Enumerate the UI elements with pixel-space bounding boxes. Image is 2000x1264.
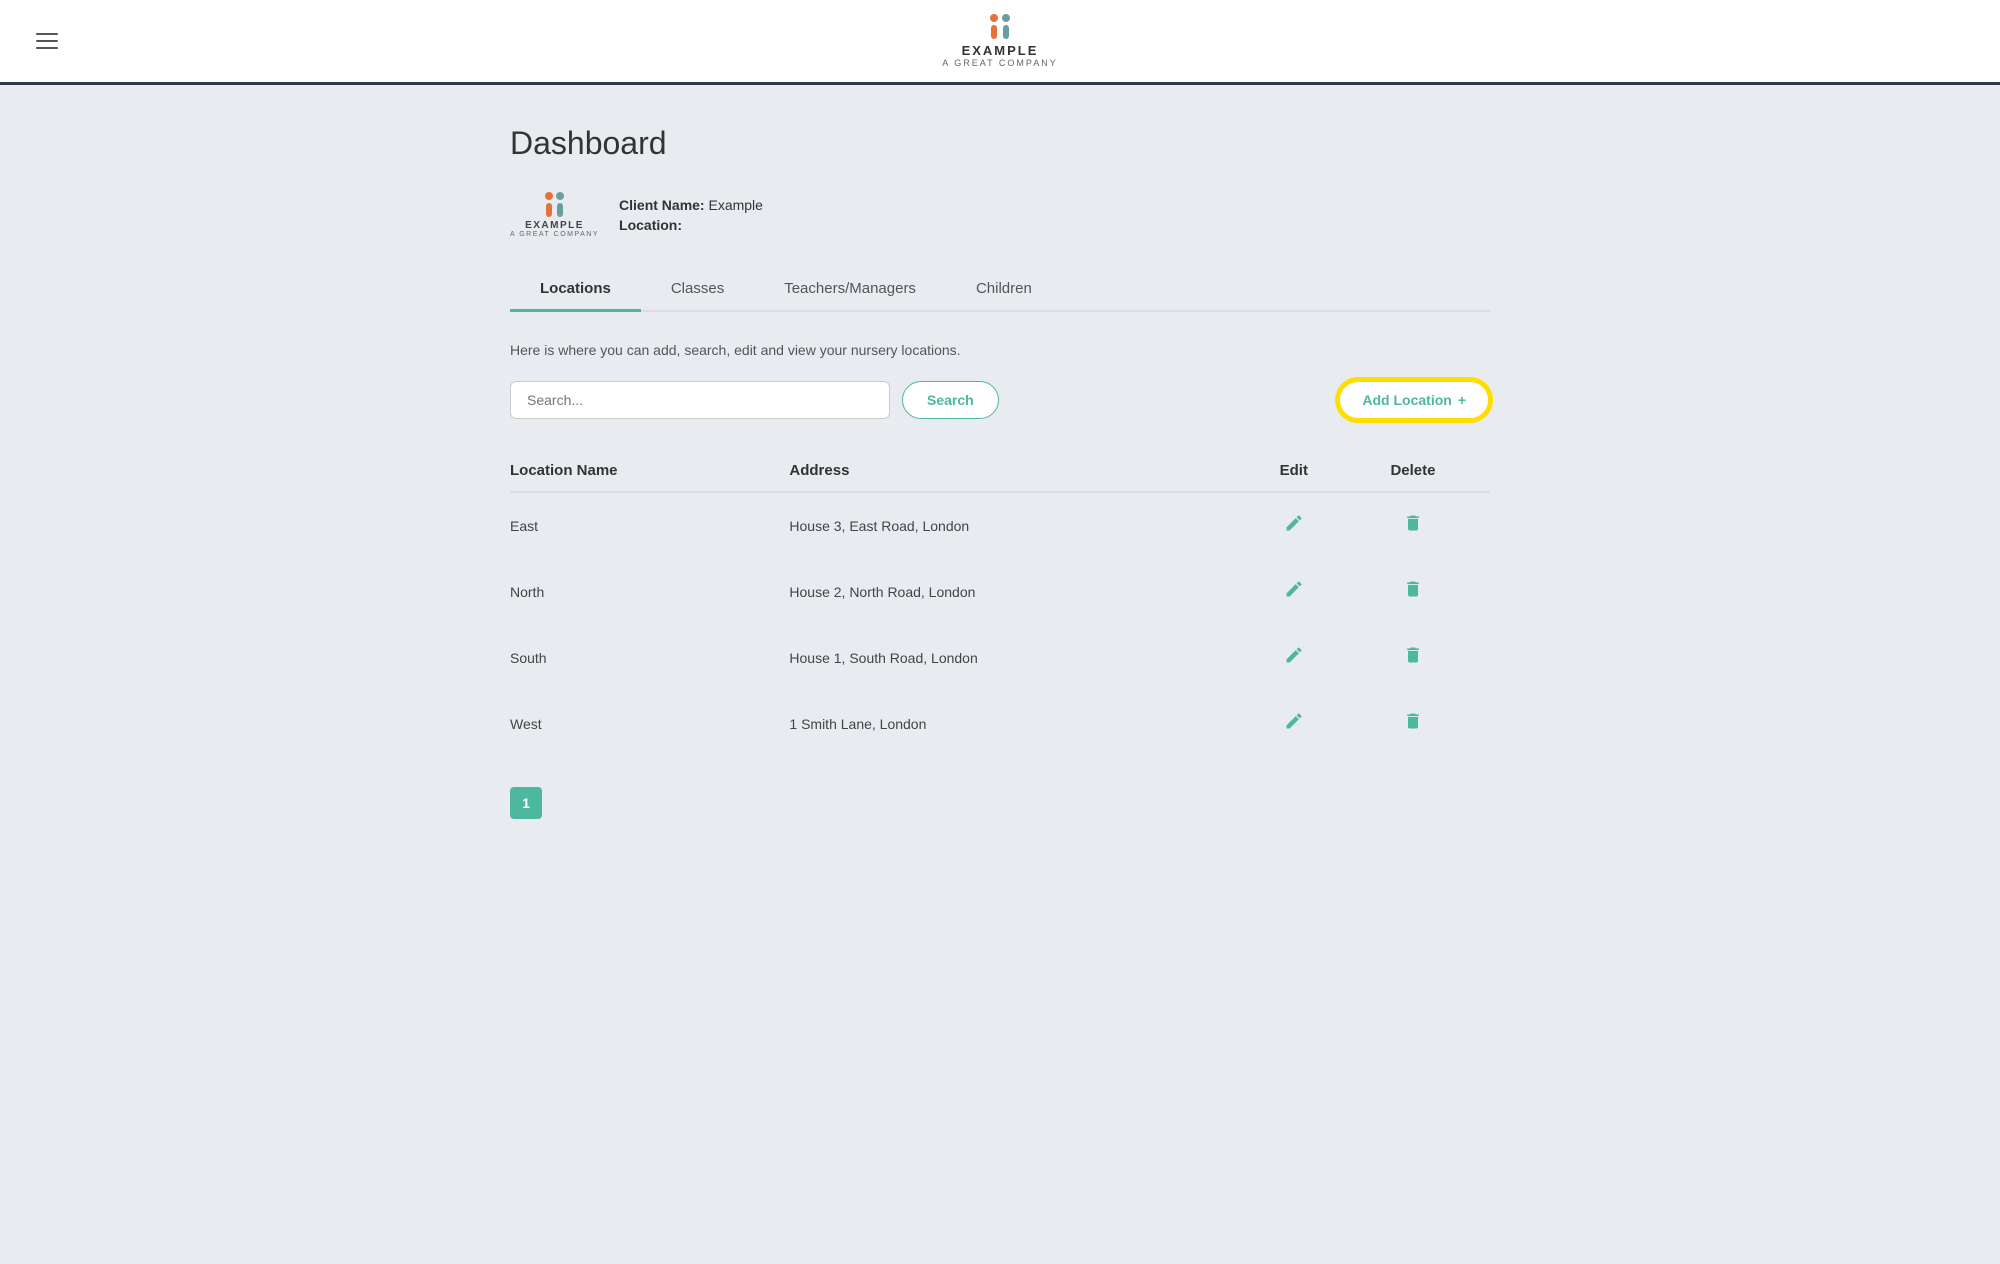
logo-right-group bbox=[1002, 14, 1010, 39]
logo-dot bbox=[545, 192, 553, 200]
logo-dot bbox=[556, 192, 564, 200]
edit-button[interactable] bbox=[1280, 641, 1308, 674]
edit-icon bbox=[1284, 513, 1304, 533]
add-location-plus-icon: + bbox=[1458, 392, 1466, 408]
client-name-row: Client Name: Example bbox=[619, 197, 763, 213]
col-header-edit: Edit bbox=[1252, 450, 1352, 492]
search-add-row: Search Add Location + bbox=[510, 380, 1490, 420]
logo-dot bbox=[991, 25, 997, 39]
cell-edit bbox=[1252, 559, 1352, 625]
header: EXAMPLE A GREAT COMPANY bbox=[0, 0, 2000, 85]
tab-children[interactable]: Children bbox=[946, 268, 1062, 312]
edit-button[interactable] bbox=[1280, 575, 1308, 608]
cell-location-name: South bbox=[510, 625, 789, 691]
client-details: Client Name: Example Location: bbox=[619, 197, 763, 233]
table-header-row: Location Name Address Edit Delete bbox=[510, 450, 1490, 492]
search-button[interactable]: Search bbox=[902, 381, 999, 419]
client-logo-left bbox=[545, 192, 553, 217]
table-row: EastHouse 3, East Road, London bbox=[510, 492, 1490, 559]
cell-location-address: 1 Smith Lane, London bbox=[789, 691, 1251, 757]
trash-icon bbox=[1403, 513, 1423, 533]
hamburger-line bbox=[36, 40, 58, 42]
logo-main-text: EXAMPLE bbox=[962, 43, 1039, 58]
table-row: NorthHouse 2, North Road, London bbox=[510, 559, 1490, 625]
cell-delete bbox=[1352, 559, 1490, 625]
tab-teachers-managers[interactable]: Teachers/Managers bbox=[754, 268, 946, 312]
logo-sub-text: A GREAT COMPANY bbox=[942, 58, 1058, 68]
client-info-card: EXAMPLE A GREAT COMPANY Client Name: Exa… bbox=[510, 192, 1490, 238]
delete-button[interactable] bbox=[1399, 509, 1427, 542]
add-location-label: Add Location bbox=[1362, 392, 1451, 408]
cell-location-address: House 1, South Road, London bbox=[789, 625, 1251, 691]
edit-button[interactable] bbox=[1280, 509, 1308, 542]
cell-delete bbox=[1352, 625, 1490, 691]
trash-icon bbox=[1403, 579, 1423, 599]
client-location-label: Location: bbox=[619, 217, 682, 233]
delete-button[interactable] bbox=[1399, 575, 1427, 608]
delete-button[interactable] bbox=[1399, 707, 1427, 740]
hamburger-menu-button[interactable] bbox=[30, 27, 64, 55]
hamburger-line bbox=[36, 47, 58, 49]
search-controls: Search bbox=[510, 381, 999, 419]
trash-icon bbox=[1403, 711, 1423, 731]
client-location-row: Location: bbox=[619, 217, 763, 233]
main-content: Dashboard EXAMPLE A GREAT COMPANY Client… bbox=[450, 85, 1550, 879]
trash-icon bbox=[1403, 645, 1423, 665]
edit-icon bbox=[1284, 645, 1304, 665]
edit-icon bbox=[1284, 711, 1304, 731]
locations-table: Location Name Address Edit Delete EastHo… bbox=[510, 450, 1490, 757]
client-logo-right bbox=[556, 192, 564, 217]
cell-delete bbox=[1352, 691, 1490, 757]
description-text: Here is where you can add, search, edit … bbox=[510, 342, 1490, 358]
search-input[interactable] bbox=[510, 381, 890, 419]
logo-dot bbox=[557, 203, 563, 217]
page-1-button[interactable]: 1 bbox=[510, 787, 542, 819]
hamburger-line bbox=[36, 33, 58, 35]
client-name-value: Example bbox=[708, 197, 762, 213]
cell-location-name: West bbox=[510, 691, 789, 757]
client-logo-subtext: A GREAT COMPANY bbox=[510, 231, 599, 238]
cell-location-name: North bbox=[510, 559, 789, 625]
cell-edit bbox=[1252, 492, 1352, 559]
col-header-delete: Delete bbox=[1352, 450, 1490, 492]
cell-edit bbox=[1252, 691, 1352, 757]
cell-location-name: East bbox=[510, 492, 789, 559]
tab-bar: Locations Classes Teachers/Managers Chil… bbox=[510, 268, 1490, 312]
table-row: West1 Smith Lane, London bbox=[510, 691, 1490, 757]
cell-location-address: House 3, East Road, London bbox=[789, 492, 1251, 559]
logo: EXAMPLE A GREAT COMPANY bbox=[942, 14, 1058, 68]
tab-classes[interactable]: Classes bbox=[641, 268, 754, 312]
tab-locations[interactable]: Locations bbox=[510, 268, 641, 312]
cell-edit bbox=[1252, 625, 1352, 691]
edit-button[interactable] bbox=[1280, 707, 1308, 740]
client-logo-text: EXAMPLE bbox=[525, 220, 584, 231]
logo-dot bbox=[990, 14, 998, 22]
client-logo-icon bbox=[545, 192, 564, 217]
logo-dot bbox=[1002, 14, 1010, 22]
edit-icon bbox=[1284, 579, 1304, 599]
logo-left-group bbox=[990, 14, 998, 39]
table-row: SouthHouse 1, South Road, London bbox=[510, 625, 1490, 691]
cell-delete bbox=[1352, 492, 1490, 559]
client-logo: EXAMPLE A GREAT COMPANY bbox=[510, 192, 599, 238]
client-name-label: Client Name: bbox=[619, 197, 705, 213]
pagination: 1 bbox=[510, 787, 1490, 819]
col-header-address: Address bbox=[789, 450, 1251, 492]
add-location-button[interactable]: Add Location + bbox=[1338, 380, 1490, 420]
logo-dot bbox=[1003, 25, 1009, 39]
logo-dot bbox=[546, 203, 552, 217]
table-header: Location Name Address Edit Delete bbox=[510, 450, 1490, 492]
cell-location-address: House 2, North Road, London bbox=[789, 559, 1251, 625]
delete-button[interactable] bbox=[1399, 641, 1427, 674]
table-body: EastHouse 3, East Road, London NorthHous… bbox=[510, 492, 1490, 757]
col-header-name: Location Name bbox=[510, 450, 789, 492]
page-title: Dashboard bbox=[510, 125, 1490, 162]
logo-icon bbox=[990, 14, 1010, 39]
